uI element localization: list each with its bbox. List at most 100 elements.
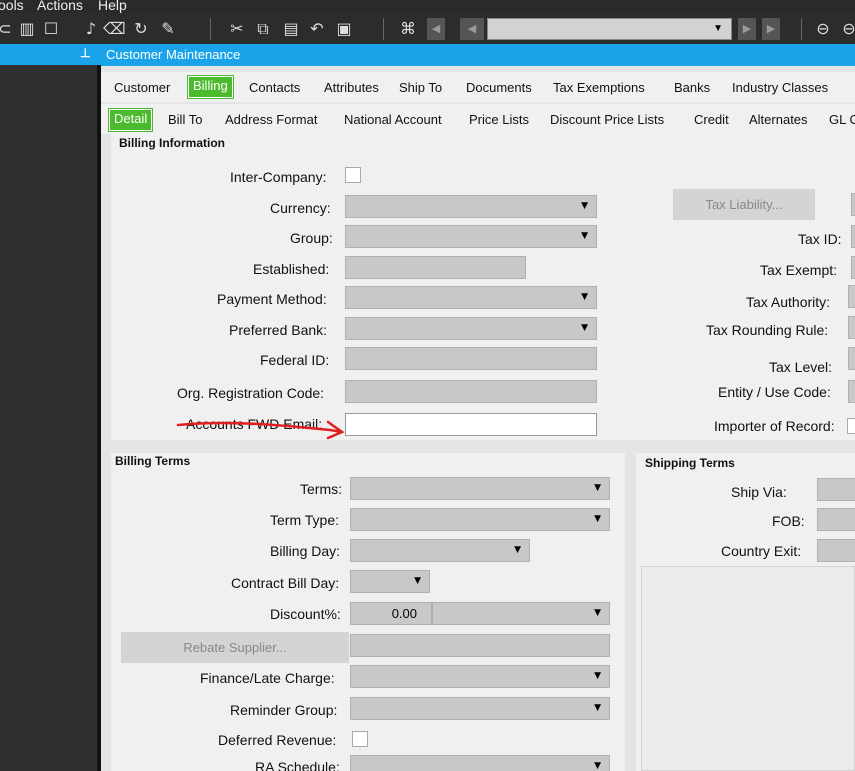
main-tabs: Customer Billing Contacts Attributes Shi… (101, 72, 855, 102)
sub-tabs: Detail Bill To Address Format National A… (101, 104, 855, 134)
undo-icon[interactable]: ↶ (306, 18, 328, 40)
contract-bill-day-select[interactable]: ▼ (350, 570, 430, 593)
tab-banks[interactable]: Banks (674, 80, 710, 95)
billing-information-title: Billing Information (119, 136, 225, 150)
forward-icon[interactable]: ⊖ (838, 18, 855, 40)
finance-late-charge-select[interactable]: ▼ (350, 665, 610, 688)
importer-of-record-checkbox[interactable] (847, 418, 855, 434)
menu-tools[interactable]: ools (0, 0, 24, 13)
next-record-icon[interactable]: ▶ (738, 18, 756, 40)
clipboard-icon[interactable]: ▣ (333, 18, 355, 40)
tax-id-field[interactable] (851, 225, 855, 248)
tab-ship-to[interactable]: Ship To (399, 80, 442, 95)
pen-icon[interactable]: ♪ (80, 18, 102, 40)
group-select[interactable]: ▼ (345, 225, 597, 248)
book-icon[interactable]: ▥ (16, 18, 38, 40)
fob-select[interactable] (817, 508, 855, 531)
tax-rounding-rule-field[interactable] (848, 316, 855, 339)
trash-icon[interactable]: ⌫ (103, 18, 126, 40)
ra-schedule-select[interactable]: ▼ (350, 755, 610, 771)
tab-tax-exemptions[interactable]: Tax Exemptions (553, 80, 645, 95)
subtab-gl[interactable]: GL C (829, 112, 855, 127)
menu-actions[interactable]: Actions (37, 0, 83, 13)
tab-billing[interactable]: Billing (188, 76, 233, 98)
preferred-bank-select[interactable]: ▼ (345, 317, 597, 340)
discount-field[interactable]: 0.00 (350, 602, 432, 625)
menu-help[interactable]: Help (98, 0, 127, 13)
fob-label: FOB: (772, 513, 805, 529)
deferred-revenue-checkbox[interactable] (352, 731, 368, 747)
reminder-group-label: Reminder Group: (230, 702, 338, 718)
refresh-icon[interactable]: ↻ (130, 18, 152, 40)
reminder-group-select[interactable]: ▼ (350, 697, 610, 720)
preferred-bank-label: Preferred Bank: (229, 322, 328, 338)
billing-day-select[interactable]: ▼ (350, 539, 530, 562)
country-exit-label: Country Exit: (721, 543, 802, 559)
payment-method-label: Payment Method: (217, 291, 327, 307)
cut-icon[interactable]: ✂ (226, 18, 248, 40)
discount-type-select[interactable]: ▼ (432, 602, 610, 625)
tab-documents[interactable]: Documents (466, 80, 532, 95)
tab-contacts[interactable]: Contacts (249, 80, 300, 95)
subtab-credit[interactable]: Credit (694, 112, 729, 127)
importer-of-record-label: Importer of Record: (714, 418, 835, 434)
rebate-supplier-button[interactable]: Rebate Supplier... (121, 632, 349, 663)
subtab-discount-price-lists[interactable]: Discount Price Lists (550, 112, 664, 127)
currency-select[interactable]: ▼ (345, 195, 597, 218)
binoculars-icon[interactable]: ⌘ (397, 18, 419, 40)
tax-authority-label: Tax Authority: (746, 294, 831, 310)
accounts-fwd-email-field[interactable] (345, 413, 597, 436)
ship-via-select[interactable] (817, 478, 855, 501)
entity-use-code-label: Entity / Use Code: (718, 384, 831, 400)
subtab-national-account[interactable]: National Account (344, 112, 442, 127)
subtab-price-lists[interactable]: Price Lists (469, 112, 529, 127)
last-record-icon[interactable]: ▶ (762, 18, 780, 40)
contract-bill-day-label: Contract Bill Day: (231, 575, 340, 591)
rebate-supplier-field[interactable] (350, 634, 610, 657)
tax-level-field[interactable] (848, 347, 855, 370)
chevron-down-icon: ▼ (581, 292, 588, 302)
left-panel: ⊥ (0, 44, 101, 771)
country-exit-select[interactable] (817, 539, 855, 562)
subtab-bill-to[interactable]: Bill To (168, 112, 202, 127)
pin-icon[interactable]: ⊥ (80, 46, 90, 60)
first-record-icon[interactable]: ◀ (427, 18, 445, 40)
entity-use-code-field[interactable] (848, 380, 855, 403)
menu-bar: ools Actions Help (0, 0, 855, 13)
term-type-select[interactable]: ▼ (350, 508, 610, 531)
tax-exempt-field[interactable] (851, 256, 855, 279)
federal-id-field[interactable] (345, 347, 597, 370)
tax-liability-button[interactable]: Tax Liability... (673, 189, 815, 220)
established-date-field[interactable] (345, 256, 526, 279)
paste-icon[interactable]: ▤ (280, 18, 302, 40)
prev-record-icon[interactable]: ◀ (460, 18, 484, 40)
tab-customer[interactable]: Customer (114, 80, 170, 95)
terms-select[interactable]: ▼ (350, 477, 610, 500)
back-icon[interactable]: ⊖ (812, 18, 834, 40)
tax-liability-field[interactable] (851, 193, 855, 216)
billing-day-label: Billing Day: (270, 543, 341, 559)
chevron-down-icon: ▼ (581, 231, 588, 241)
subtab-alternates[interactable]: Alternates (749, 112, 808, 127)
partial-icon[interactable]: ⊂ (0, 18, 16, 40)
note-icon[interactable]: ☐ (40, 18, 62, 40)
chevron-down-icon: ▼ (594, 483, 601, 493)
tab-attributes[interactable]: Attributes (324, 80, 379, 95)
inter-company-checkbox[interactable] (345, 167, 361, 183)
subtab-address-format[interactable]: Address Format (225, 112, 317, 127)
tab-industry-classes[interactable]: Industry Classes (732, 80, 828, 95)
currency-label: Currency: (270, 200, 331, 216)
payment-method-select[interactable]: ▼ (345, 286, 597, 309)
group-label: Group: (290, 230, 333, 246)
org-registration-code-label: Org. Registration Code: (177, 385, 325, 401)
chevron-down-icon: ▼ (594, 671, 601, 681)
org-registration-code-field[interactable] (345, 380, 597, 403)
copy-icon[interactable]: ⧉ (252, 18, 274, 40)
record-navigation-combo[interactable]: ▼ (487, 18, 732, 40)
paint-icon[interactable]: ✎ (157, 18, 179, 40)
chevron-down-icon: ▼ (594, 761, 601, 771)
subtab-detail[interactable]: Detail (109, 109, 153, 131)
tax-authority-field[interactable] (848, 285, 855, 308)
tax-rounding-rule-label: Tax Rounding Rule: (706, 322, 829, 338)
ship-via-label: Ship Via: (731, 484, 787, 500)
